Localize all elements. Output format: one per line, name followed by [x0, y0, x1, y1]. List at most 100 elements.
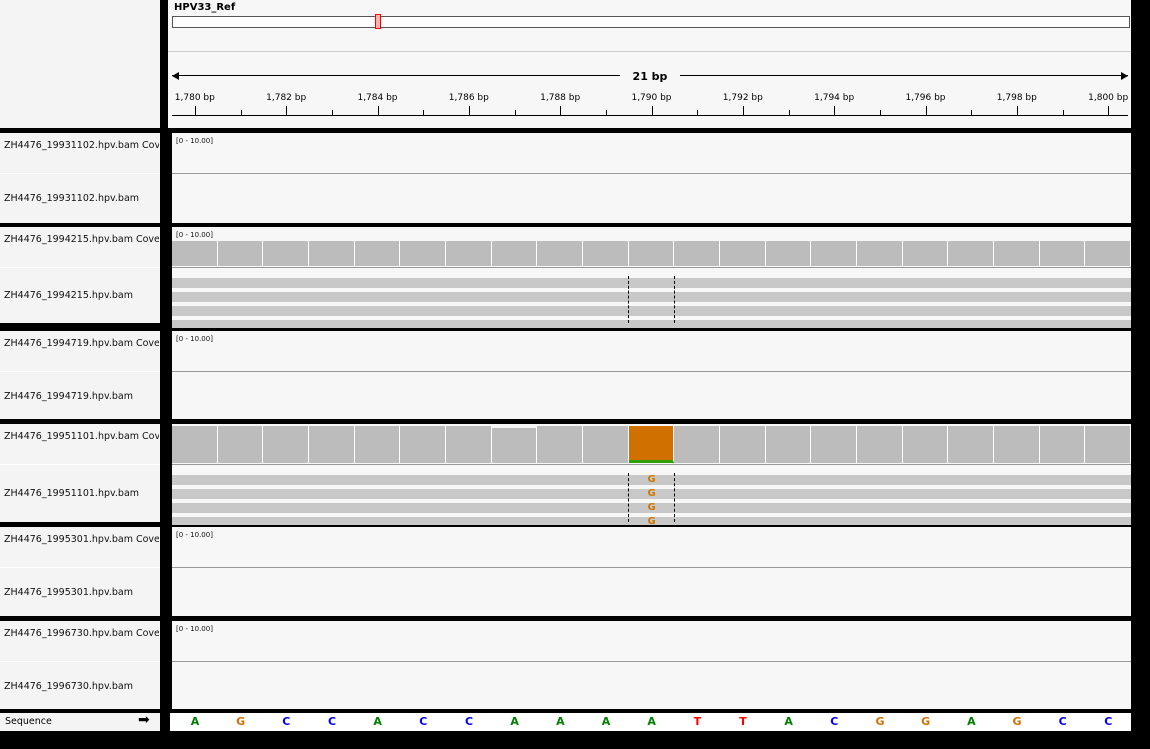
center-guide-line [627, 276, 629, 323]
mismatch-base[interactable]: G [629, 488, 675, 499]
track-data-panel[interactable]: [0 - 10.00] [172, 227, 1131, 328]
track-name-panel[interactable]: ZH4476_1994719.hpv.bam Coverage ZH4476_1… [0, 331, 160, 419]
coverage-bar[interactable] [172, 241, 218, 266]
read-alignment[interactable] [172, 292, 1131, 302]
mismatch-base[interactable]: G [629, 516, 675, 524]
coverage-bar[interactable] [994, 241, 1040, 266]
coverage-range: [0 - 10.00] [176, 531, 213, 539]
coverage-bar[interactable] [491, 241, 538, 266]
mismatch-base[interactable]: G [629, 502, 675, 513]
read-alignment[interactable] [172, 278, 1131, 288]
coverage-bar[interactable] [674, 426, 720, 463]
sequence-track[interactable]: AGCCACCAAAATTACGGAGCC [170, 713, 1131, 731]
ruler[interactable]: 1,780 bp 1,782 bp 1,784 bp 1,786 bp 1,788 bp… [168, 88, 1131, 128]
coverage-bar[interactable] [1039, 426, 1086, 463]
coverage-bar[interactable] [994, 426, 1040, 463]
sequence-base: A [373, 715, 382, 728]
coverage-bar[interactable] [217, 241, 264, 266]
track-data-panel[interactable]: [0 - 10.00] [172, 331, 1131, 419]
coverage-bar[interactable] [446, 241, 492, 266]
track-name-panel[interactable]: ZH4476_1996730.hpv.bam Coverage ZH4476_1… [0, 621, 160, 709]
alignment-track-name[interactable]: ZH4476_1994719.hpv.bam [4, 391, 159, 402]
track-data-panel[interactable]: [0 - 10.00] [172, 133, 1131, 223]
coverage-track-name[interactable]: ZH4476_1996730.hpv.bam Coverage [4, 628, 159, 639]
read-alignment[interactable] [172, 306, 1131, 316]
coverage-range: [0 - 10.00] [176, 625, 213, 633]
coverage-bar[interactable] [446, 426, 492, 463]
alignment-track-name[interactable]: ZH4476_1994215.hpv.bam [4, 290, 159, 301]
coverage-bar[interactable] [537, 426, 583, 463]
read-alignment[interactable] [172, 320, 1131, 328]
coverage-bar[interactable] [354, 426, 401, 463]
coverage-bar[interactable] [948, 426, 994, 463]
coverage-bar[interactable] [583, 426, 629, 463]
track-name-panel[interactable]: ZH4476_19951101.hpv.bam Coverage ZH4476_… [0, 424, 160, 522]
coverage-bar[interactable] [811, 241, 857, 266]
sequence-base: A [967, 715, 976, 728]
track-name-panel[interactable]: ZH4476_19931102.hpv.bam Coverage ZH4476_… [0, 133, 160, 223]
coverage-bar[interactable] [354, 241, 401, 266]
sequence-base: G [1012, 715, 1022, 728]
coverage-track-name[interactable]: ZH4476_1995301.hpv.bam Coverage [4, 534, 159, 545]
coverage-bar[interactable] [400, 241, 446, 266]
coverage-bar[interactable] [263, 241, 309, 266]
track-data-panel[interactable]: [0 - 10.00] [172, 527, 1131, 616]
reference-panel: HPV33_Ref 21 bp 1,780 bp 1,782 bp 1,784 bp… [168, 0, 1131, 128]
coverage-bar[interactable] [628, 426, 675, 463]
coverage-bar[interactable] [720, 426, 766, 463]
coverage-range: [0 - 10.00] [176, 137, 213, 145]
coverage-track-name[interactable]: ZH4476_19931102.hpv.bam Coverage [4, 140, 159, 151]
coverage-track-name[interactable]: ZH4476_1994215.hpv.bam Coverage [4, 234, 159, 245]
sequence-base: C [327, 715, 337, 728]
coverage-bar[interactable] [628, 241, 675, 266]
ideogram[interactable] [172, 16, 1130, 28]
coverage-bar[interactable] [811, 426, 857, 463]
coverage-bar[interactable] [765, 241, 812, 266]
coverage-bar[interactable] [902, 241, 949, 266]
coverage-bar[interactable] [400, 426, 446, 463]
alignment-track-name[interactable]: ZH4476_19931102.hpv.bam [4, 193, 159, 204]
coverage-bar[interactable] [583, 241, 629, 266]
coverage-bar[interactable] [1039, 241, 1086, 266]
coverage-track-name[interactable]: ZH4476_19951101.hpv.bam Coverage [4, 431, 159, 442]
chromosome-name[interactable]: HPV33_Ref [174, 2, 235, 13]
coverage-bar[interactable] [309, 241, 355, 266]
coverage-bar[interactable] [172, 426, 218, 463]
ruler-baseline [172, 115, 1128, 116]
sequence-base: C [830, 715, 839, 728]
coverage-bar[interactable] [263, 426, 309, 463]
coverage-bar[interactable] [720, 241, 766, 266]
coverage-bar[interactable] [765, 426, 812, 463]
sequence-name-panel[interactable]: Sequence ➡ [0, 712, 160, 731]
ruler-tick-label: 1,786 bp [448, 93, 489, 103]
current-region-marker[interactable] [375, 14, 381, 29]
ruler-tick-label: 1,780 bp [174, 93, 215, 103]
ruler-tick [742, 106, 744, 115]
alignment-track-name[interactable]: ZH4476_19951101.hpv.bam [4, 488, 159, 499]
coverage-bar[interactable] [902, 426, 949, 463]
coverage-bar[interactable] [857, 426, 903, 463]
coverage-bar[interactable] [217, 426, 264, 463]
sequence-label: Sequence [5, 716, 52, 727]
strand-arrow-icon[interactable]: ➡ [138, 712, 150, 728]
track-data-panel[interactable]: [0 - 10.00] [172, 621, 1131, 709]
coverage-bar[interactable] [491, 428, 538, 463]
track-name-panel[interactable]: ZH4476_1995301.hpv.bam Coverage ZH4476_1… [0, 527, 160, 616]
coverage-bar[interactable] [1085, 426, 1131, 463]
coverage-bar[interactable] [1085, 241, 1131, 266]
coverage-bar[interactable] [537, 241, 583, 266]
coverage-bar[interactable] [674, 241, 720, 266]
coverage-bar[interactable] [857, 241, 903, 266]
track-name-panel[interactable]: ZH4476_1994215.hpv.bam Coverage ZH4476_1… [0, 227, 160, 323]
sequence-base: G [921, 715, 931, 728]
alignment-track-name[interactable]: ZH4476_1995301.hpv.bam [4, 587, 159, 598]
coverage-bar[interactable] [309, 426, 355, 463]
alignment-track-name[interactable]: ZH4476_1996730.hpv.bam [4, 681, 159, 692]
span-arrow-right-icon [1121, 72, 1128, 80]
track-data-panel[interactable]: [0 - 48] GGGG [172, 424, 1131, 525]
coverage-track-name[interactable]: ZH4476_1994719.hpv.bam Coverage [4, 338, 159, 349]
ruler-tick [788, 110, 790, 115]
coverage-bar[interactable] [948, 241, 994, 266]
ruler-tick-label: 1,798 bp [996, 93, 1037, 103]
mismatch-base[interactable]: G [629, 474, 675, 485]
